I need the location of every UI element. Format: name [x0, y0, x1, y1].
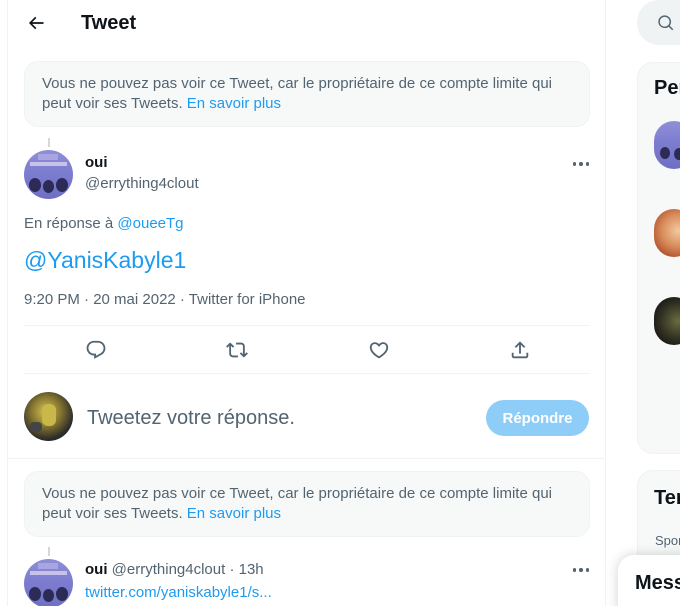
like-icon	[369, 342, 389, 359]
search-icon	[658, 15, 674, 31]
more-options-button[interactable]	[569, 560, 593, 580]
avatar[interactable]	[24, 559, 73, 606]
reply-button[interactable]: Répondre	[486, 400, 589, 436]
thread-line	[48, 138, 50, 147]
notice-text: Vous ne pouvez pas voir ce Tweet, car le…	[42, 75, 552, 112]
my-avatar[interactable]	[24, 392, 73, 441]
more-options-button[interactable]	[569, 154, 593, 174]
reply-icon	[86, 340, 106, 359]
tweet-meta: 9:20 PM · 20 mai 2022 · Twitter for iPho…	[24, 291, 306, 308]
section-divider	[8, 458, 606, 459]
suggested-avatar[interactable]	[654, 121, 680, 169]
bottom-tweet-header: oui @errything4clout · 13h	[85, 561, 264, 578]
messages-drawer[interactable]: Mess	[618, 555, 680, 606]
handle-time[interactable]: @errything4clout · 13h	[112, 561, 264, 578]
back-button[interactable]	[22, 9, 50, 37]
back-arrow-icon	[28, 16, 44, 30]
tweet-text[interactable]: @YanisKabyle1	[24, 247, 186, 274]
messages-title: Mess	[635, 572, 680, 594]
reply-prefix: En réponse à	[24, 215, 114, 232]
sponsor-label: Spon	[655, 533, 680, 548]
learn-more-link[interactable]: En savoir plus	[187, 95, 281, 112]
header: Tweet	[8, 0, 606, 46]
like-action[interactable]	[367, 338, 391, 362]
thread-line	[48, 547, 50, 556]
notice-text: Vous ne pouvez pas voir ce Tweet, car le…	[42, 485, 552, 522]
user-name[interactable]: oui	[85, 154, 108, 171]
who-to-follow-card: Per	[637, 62, 680, 454]
search-box[interactable]	[637, 0, 680, 45]
suggested-avatar[interactable]	[654, 209, 680, 257]
retweet-icon	[226, 342, 248, 358]
learn-more-link[interactable]: En savoir plus	[187, 505, 281, 522]
main-column: Tweet Vous ne pouvez pas voir ce Tweet, …	[7, 0, 606, 606]
page-title: Tweet	[81, 12, 137, 34]
reply-action[interactable]	[84, 338, 108, 362]
reply-to-link[interactable]: @oueeTg	[117, 215, 183, 232]
suggested-avatar[interactable]	[654, 297, 680, 345]
divider	[24, 373, 590, 374]
reply-input[interactable]: Tweetez votre réponse.	[87, 402, 467, 434]
share-icon	[511, 341, 529, 359]
user-handle[interactable]: @errything4clout	[85, 175, 199, 192]
user-name[interactable]: oui	[85, 561, 108, 578]
divider	[24, 325, 590, 326]
protected-notice-2: Vous ne pouvez pas voir ce Tweet, car le…	[24, 471, 590, 537]
card-title: Per	[654, 77, 680, 99]
share-action[interactable]	[508, 338, 532, 362]
reply-context: En réponse à @oueeTg	[24, 215, 184, 232]
retweet-action[interactable]	[225, 338, 249, 362]
tweet-link[interactable]: twitter.com/yaniskabyle1/s...	[85, 584, 272, 601]
protected-notice: Vous ne pouvez pas voir ce Tweet, car le…	[24, 61, 590, 127]
card-title: Ten	[654, 487, 680, 509]
avatar[interactable]	[24, 150, 73, 199]
